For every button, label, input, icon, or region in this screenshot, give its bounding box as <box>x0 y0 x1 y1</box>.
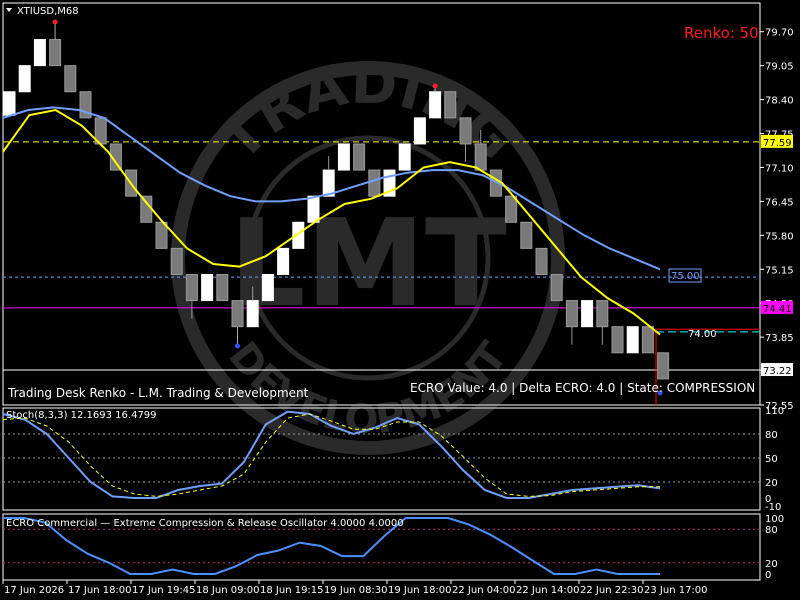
renko-brick <box>216 273 229 302</box>
renko-brick <box>657 352 670 380</box>
stoch-axis-label: -10 <box>765 502 781 513</box>
renko-brick <box>337 143 350 171</box>
time-axis-label: 22 Jun 04:00 <box>452 585 516 596</box>
time-axis-label: 18 Jun 19:15 <box>260 585 324 596</box>
renko-brick <box>535 247 548 275</box>
price-marker-label: 77.59 <box>763 138 792 149</box>
renko-brick <box>64 65 77 93</box>
time-axis-label: 17 Jun 2026 <box>4 585 64 596</box>
renko-brick <box>444 91 457 119</box>
price-axis-label: 78.40 <box>765 96 794 107</box>
price-axis-label: 75.15 <box>765 265 794 276</box>
renko-brick <box>429 91 442 119</box>
trough-marker-blue <box>235 343 240 349</box>
renko-label: Renko: 50 <box>684 24 759 42</box>
price-axis-label: 79.70 <box>765 28 794 39</box>
line-label-blue: 75.00 <box>671 271 700 282</box>
stoch-axis-label: 80 <box>765 430 778 441</box>
stoch-axis-label: 110 <box>765 406 784 417</box>
renko-brick <box>185 273 198 302</box>
renko-brick <box>261 273 274 302</box>
time-axis-label: 19 Jun 08:30 <box>324 585 388 596</box>
renko-brick <box>246 300 259 328</box>
ecro-label: ECRO Commercial — Extreme Compression & … <box>6 518 404 529</box>
renko-brick <box>626 326 639 354</box>
price-axis-label: 79.05 <box>765 62 794 73</box>
renko-brick <box>368 169 381 197</box>
time-axis-label: 22 Jun 22:30 <box>580 585 644 596</box>
price-axis-label: 76.45 <box>765 197 794 208</box>
renko-brick <box>596 300 609 328</box>
price-marker-label: 74.41 <box>763 304 792 315</box>
time-axis-label: 23 Jun 17:00 <box>644 585 708 596</box>
peak-marker-red <box>52 19 58 25</box>
renko-brick <box>201 273 214 302</box>
time-axis-label: 17 Jun 18:00 <box>68 585 132 596</box>
renko-brick <box>550 273 563 302</box>
time-axis-label: 17 Jun 19:45 <box>132 585 196 596</box>
renko-brick <box>641 326 654 354</box>
renko-brick <box>33 39 46 67</box>
time-axis-label: 19 Jun 18:00 <box>388 585 452 596</box>
renko-brick <box>398 143 411 171</box>
renko-brick <box>353 143 366 171</box>
time-axis-label: 18 Jun 09:00 <box>196 585 260 596</box>
ecro-axis-label: 20 <box>765 559 778 570</box>
renko-brick <box>307 195 320 223</box>
watermark-center-text: LMT <box>229 195 507 334</box>
price-axis-label: 75.80 <box>765 231 794 242</box>
renko-brick <box>277 247 290 275</box>
renko-brick <box>474 143 487 171</box>
symbol-label: XTIUSD,M68 <box>17 6 79 17</box>
time-axis-label: 22 Jun 14:00 <box>516 585 580 596</box>
stoch-label: Stoch(8,3,3) 12.1693 16.4799 <box>6 410 157 421</box>
renko-brick <box>231 300 244 328</box>
renko-brick <box>140 195 153 223</box>
trading-chart[interactable]: LMTTRADINGDEVELOPMENT79.7079.0578.4077.7… <box>0 0 800 600</box>
renko-brick <box>581 300 594 328</box>
stoch-axis-label: 50 <box>765 454 778 465</box>
renko-brick <box>565 300 578 328</box>
ecro-axis-label: 0 <box>765 570 771 581</box>
footer-left-text: Trading Desk Renko - L.M. Trading & Deve… <box>7 386 309 400</box>
dropdown-triangle-icon <box>6 8 12 12</box>
renko-brick <box>18 65 31 93</box>
line-label-white: 74.00 <box>688 329 717 340</box>
price-axis-label: 73.85 <box>765 333 794 344</box>
renko-brick <box>611 326 624 354</box>
ecro-axis-label: 100 <box>765 514 784 525</box>
renko-brick <box>505 195 518 223</box>
stoch-axis-label: 20 <box>765 478 778 489</box>
renko-brick <box>170 247 183 275</box>
peak-marker-red <box>432 83 438 89</box>
ecro-axis-label: 80 <box>765 525 778 536</box>
renko-brick <box>459 117 472 145</box>
renko-brick <box>520 221 533 249</box>
renko-brick <box>3 91 16 116</box>
price-marker-label: 73.22 <box>763 366 792 377</box>
renko-brick <box>413 117 426 145</box>
renko-brick <box>49 39 62 67</box>
price-axis-label: 77.10 <box>765 163 794 174</box>
footer-right-text: ECRO Value: 4.0 | Delta ECRO: 4.0 | Stat… <box>410 381 755 395</box>
